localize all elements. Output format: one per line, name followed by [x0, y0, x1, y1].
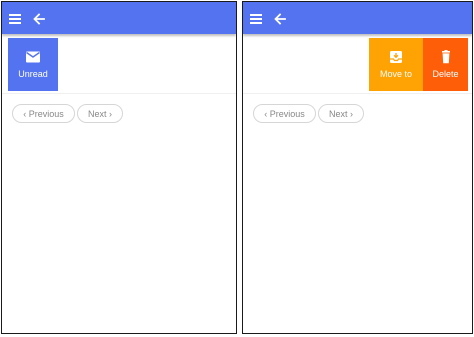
unread-action-button[interactable]: Unread	[8, 38, 58, 91]
top-app-bar	[2, 2, 236, 34]
move-to-action-label: Move to	[379, 69, 412, 79]
top-app-bar	[243, 2, 472, 34]
previous-page-button[interactable]: ‹ Previous	[253, 104, 316, 123]
previous-page-button[interactable]: ‹ Previous	[12, 104, 75, 123]
pagination: ‹ Previous Next ›	[12, 104, 123, 123]
swiped-list-item[interactable]: Unread	[2, 34, 236, 94]
pagination: ‹ Previous Next ›	[253, 104, 364, 123]
swiped-list-item[interactable]: Move to Delete	[243, 34, 472, 94]
arrow-left-icon[interactable]	[273, 12, 287, 26]
archive-icon	[390, 51, 402, 63]
hamburger-menu-icon[interactable]	[250, 14, 264, 24]
trash-icon	[441, 50, 450, 64]
left-phone-screen: Unread ‹ Previous Next ›	[1, 1, 237, 334]
move-to-action-button[interactable]: Move to	[369, 38, 423, 91]
arrow-left-icon[interactable]	[32, 12, 46, 26]
hamburger-menu-icon[interactable]	[9, 14, 23, 24]
next-page-button[interactable]: Next ›	[318, 104, 364, 123]
right-phone-screen: Move to Delete ‹ Previous Next ›	[242, 1, 473, 334]
next-page-button[interactable]: Next ›	[77, 104, 123, 123]
unread-action-label: Unread	[18, 69, 48, 79]
envelope-icon	[26, 51, 40, 63]
delete-action-label: Delete	[432, 69, 459, 79]
delete-action-button[interactable]: Delete	[423, 38, 468, 91]
